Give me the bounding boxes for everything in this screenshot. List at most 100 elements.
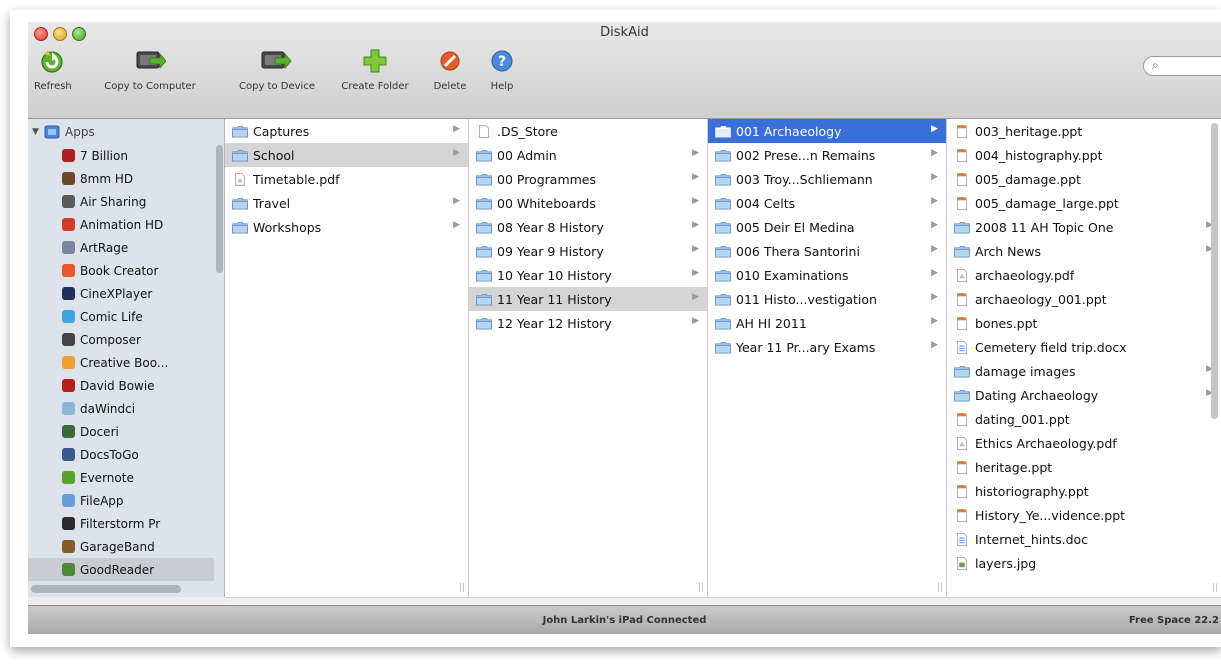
file-row[interactable]: Timetable.pdf [225,167,468,191]
folder-row[interactable]: Arch News ▶ [947,239,1221,263]
folder-icon [715,125,731,137]
folder-row[interactable]: Workshops ▶ [225,215,468,239]
folder-row[interactable]: 001 Archaeology ▶ [708,119,946,143]
sidebar-app-item[interactable]: Creative Boo... [28,351,214,374]
item-name: Travel [253,195,291,211]
sidebar-app-item[interactable]: Animation HD [28,213,214,236]
folder-row[interactable]: damage images ▶ [947,359,1221,383]
folder-row[interactable]: 004 Celts ▶ [708,191,946,215]
file-row[interactable]: archaeology_001.ppt [947,287,1221,311]
sidebar-app-item[interactable]: 8mm HD [28,167,214,190]
ppt-file-icon [956,484,968,498]
folder-icon [476,317,492,329]
folder-row[interactable]: Year 11 Pr...ary Exams ▶ [708,335,946,359]
sidebar-app-item[interactable]: GarageBand [28,535,214,558]
sidebar-app-item[interactable]: Evernote [28,466,214,489]
sidebar-app-item[interactable]: ArtRage [28,236,214,259]
file-row[interactable]: Internet_hints.doc [947,527,1221,551]
sidebar-app-item[interactable]: Comic Life [28,305,214,328]
folder-row[interactable]: Captures ▶ [225,119,468,143]
file-row[interactable]: Ethics Archaeology.pdf [947,431,1221,455]
help-label: Help [490,81,514,92]
file-row[interactable]: 003_heritage.ppt [947,119,1221,143]
ppt-file-icon [956,460,968,474]
sidebar-vertical-scrollbar[interactable] [216,145,223,273]
copy-to-computer-button[interactable]: Copy to Computer [98,46,202,92]
app-label: DocsToGo [80,447,139,462]
browser-column: Captures ▶ School ▶ Timetable.pdf Travel ▶ Work… [225,119,469,597]
file-row[interactable]: History_Ye...vidence.ppt [947,503,1221,527]
sidebar-app-item[interactable]: Doceri [28,420,214,443]
file-row[interactable]: dating_001.ppt [947,407,1221,431]
sidebar-app-item[interactable]: daWindci [28,397,214,420]
folder-icon [715,221,731,233]
column-resize-handle[interactable]: || [937,583,943,593]
refresh-button[interactable]: Refresh [34,46,72,92]
app-label: Creative Boo... [80,355,169,370]
folder-row[interactable]: 010 Examinations ▶ [708,263,946,287]
help-button[interactable]: ? Help [484,46,520,92]
item-name: 004_histography.ppt [975,147,1103,163]
folder-row[interactable]: 10 Year 10 History ▶ [469,263,707,287]
sidebar-app-item[interactable]: Composer [28,328,214,351]
browser-column: 003_heritage.ppt 004_histography.ppt 005_d… [947,119,1221,597]
column-resize-handle[interactable]: || [698,583,704,593]
file-row[interactable]: layers.jpg [947,551,1221,575]
folder-row[interactable]: 11 Year 11 History ▶ [469,287,707,311]
folder-row[interactable]: 2008 11 AH Topic One ▶ [947,215,1221,239]
sidebar-apps-group[interactable]: ▼ Apps [32,123,95,141]
folder-row[interactable]: 08 Year 8 History ▶ [469,215,707,239]
folder-row[interactable]: 006 Thera Santorini ▶ [708,239,946,263]
sidebar-app-item[interactable]: 7 Billion [28,144,214,167]
folder-row[interactable]: 002 Prese...n Remains ▶ [708,143,946,167]
item-name: History_Ye...vidence.ppt [975,507,1126,523]
disclosure-arrow-icon: ▶ [692,244,699,254]
file-row[interactable]: bones.ppt [947,311,1221,335]
folder-row[interactable]: Travel ▶ [225,191,468,215]
sidebar-app-item[interactable]: FileApp [28,489,214,512]
delete-button[interactable]: Delete [429,46,471,92]
doc-file-icon [956,340,968,354]
sidebar-app-item[interactable]: CineXPlayer [28,282,214,305]
copy-to-device-label: Copy to Device [239,81,315,92]
file-row[interactable]: 004_histography.ppt [947,143,1221,167]
item-name: 003 Troy...Schliemann [736,171,873,187]
folder-row[interactable]: 003 Troy...Schliemann ▶ [708,167,946,191]
folder-row[interactable]: 011 Histo...vestigation ▶ [708,287,946,311]
folder-row[interactable]: AH HI 2011 ▶ [708,311,946,335]
sidebar-horizontal-scrollbar[interactable] [31,585,181,593]
file-row[interactable]: archaeology.pdf [947,263,1221,287]
sidebar-app-item[interactable]: DocsToGo [28,443,214,466]
file-row[interactable]: heritage.ppt [947,455,1221,479]
copy-to-device-button[interactable]: Copy to Device [230,46,324,92]
file-row[interactable]: Cemetery field trip.docx [947,335,1221,359]
folder-row[interactable]: 12 Year 12 History ▶ [469,311,707,335]
sidebar-app-item[interactable]: Book Creator [28,259,214,282]
sidebar-app-item[interactable]: David Bowie [28,374,214,397]
folder-row[interactable]: 005 Deir El Medina ▶ [708,215,946,239]
file-row[interactable]: 005_damage.ppt [947,167,1221,191]
folder-row[interactable]: School ▶ [225,143,468,167]
disclosure-triangle-icon[interactable]: ▼ [32,127,44,137]
column-vertical-scrollbar[interactable] [1211,123,1218,419]
sidebar-app-item[interactable]: Filterstorm Pr [28,512,214,535]
folder-row[interactable]: 09 Year 9 History ▶ [469,239,707,263]
folder-row[interactable]: 00 Programmes ▶ [469,167,707,191]
search-field[interactable]: ⌕ [1143,56,1221,76]
image-file-icon [956,556,968,570]
folder-row[interactable]: 00 Admin ▶ [469,143,707,167]
app-label: Book Creator [80,263,159,278]
sidebar-app-item[interactable]: Air Sharing [28,190,214,213]
sidebar-app-item[interactable]: GoodReader [28,558,214,581]
app-label: Evernote [80,470,134,485]
file-row[interactable]: historiography.ppt [947,479,1221,503]
column-resize-handle[interactable]: || [459,583,465,593]
create-folder-button[interactable]: Create Folder [336,46,414,92]
file-row[interactable]: 005_damage_large.ppt [947,191,1221,215]
folder-row[interactable]: 00 Whiteboards ▶ [469,191,707,215]
column-resize-handle[interactable]: || [1212,583,1218,593]
item-name: archaeology.pdf [975,267,1075,283]
folder-row[interactable]: Dating Archaeology ▶ [947,383,1221,407]
file-row[interactable]: .DS_Store [469,119,707,143]
item-name: 00 Whiteboards [497,195,596,211]
